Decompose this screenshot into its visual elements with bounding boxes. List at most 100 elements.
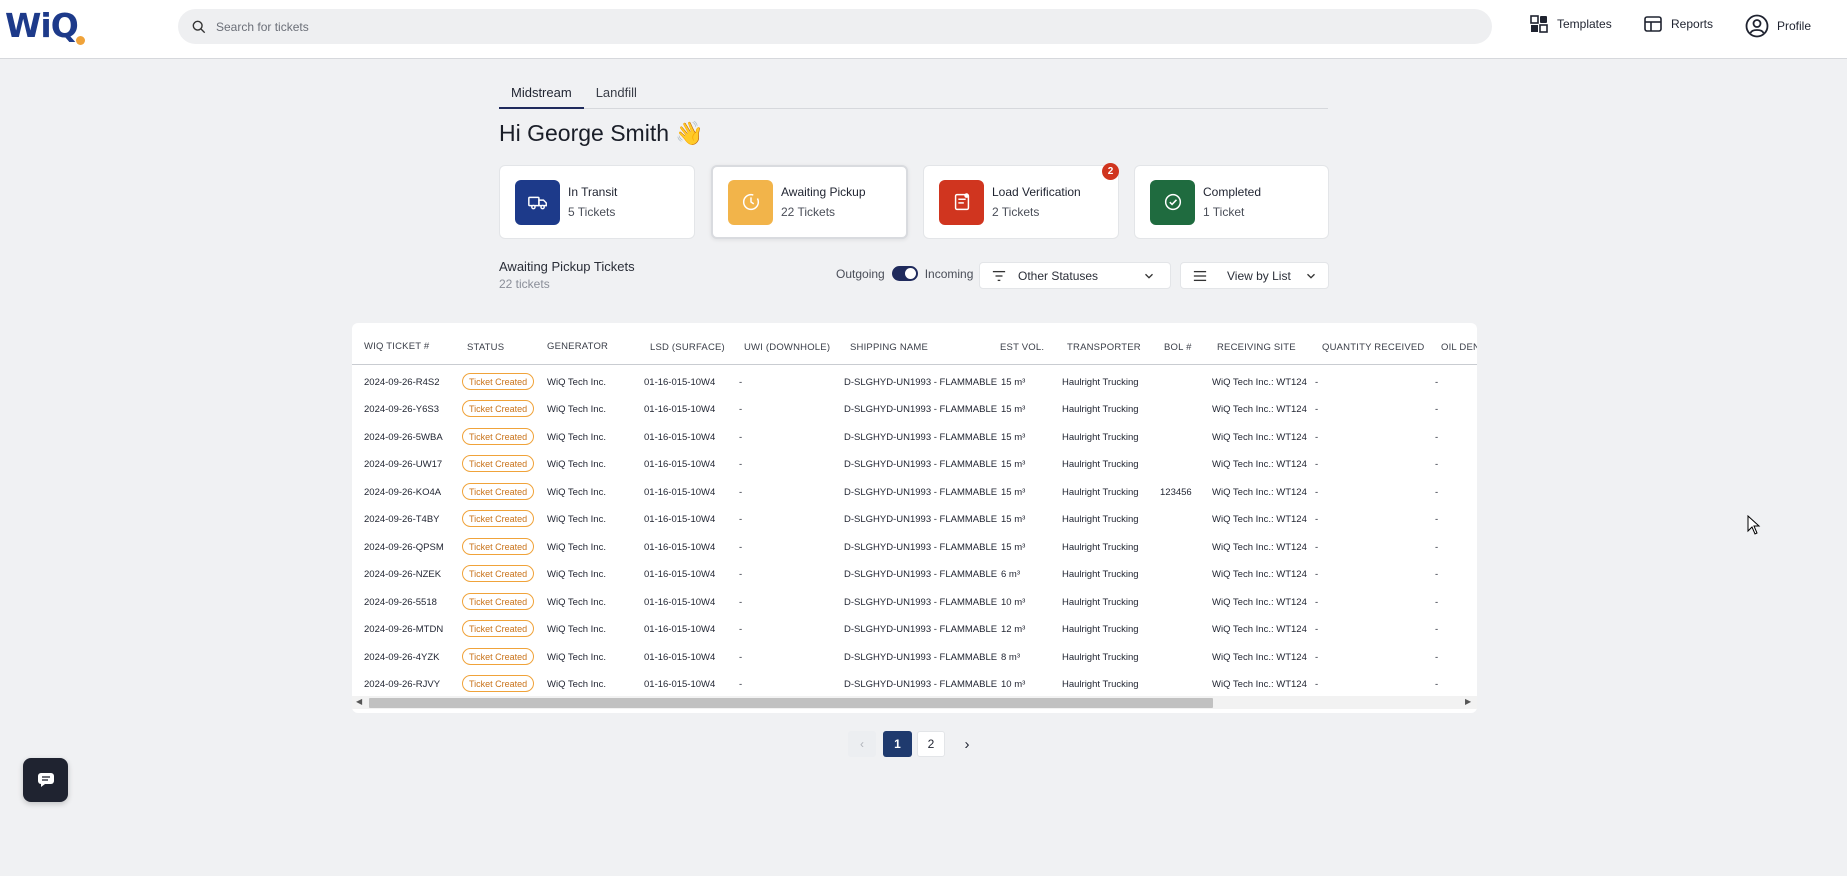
card-load-verification[interactable]: Load Verification 2 Tickets 2 <box>923 163 1119 239</box>
table-row[interactable]: 2024-09-26-T4BY Ticket Created WiQ Tech In… <box>352 506 1477 533</box>
table-row[interactable]: 2024-09-26-5518 Ticket Created WiQ Tech In… <box>352 589 1477 616</box>
column-header-uwi[interactable]: UWI (DOWNHOLE) <box>744 342 830 353</box>
chat-icon <box>37 773 54 787</box>
cell-lsd: 01-16-015-10W4 <box>644 624 716 635</box>
view-mode-dropdown[interactable]: View by List <box>1180 262 1329 289</box>
status-badge: Ticket Created <box>462 593 535 610</box>
cell-est-vol: 10 m³ <box>1001 597 1026 608</box>
cell-uwi: - <box>739 679 743 690</box>
column-header-lsd[interactable]: LSD (SURFACE) <box>650 342 725 353</box>
table-row[interactable]: 2024-09-26-QPSM Ticket Created WiQ Tech In… <box>352 534 1477 561</box>
direction-toggle[interactable] <box>891 266 918 281</box>
table-row[interactable]: 2024-09-26-Y6S3 Ticket Created WiQ Tech In… <box>352 396 1477 423</box>
nav-profile[interactable]: Profile <box>1745 14 1811 38</box>
table-row[interactable]: 2024-09-26-NZEK Ticket Created WiQ Tech In… <box>352 561 1477 588</box>
column-header-oil-den[interactable]: OIL DEN <box>1441 342 1477 353</box>
cell-oil-den: - <box>1435 432 1439 443</box>
cell-oil-den: - <box>1435 404 1439 415</box>
nav-profile-label: Profile <box>1777 19 1812 33</box>
status-badge: Ticket Created <box>462 428 535 445</box>
column-header-shipping-name[interactable]: SHIPPING NAME <box>850 342 928 353</box>
page-1-button[interactable]: 1 <box>883 731 912 757</box>
card-title: In Transit <box>568 185 618 199</box>
table-row[interactable]: 2024-09-26-MTDN Ticket Created WiQ Tech In… <box>352 616 1477 643</box>
cell-ticket-number: 2024-09-26-5WBA <box>364 432 443 443</box>
cell-est-vol: 12 m³ <box>1001 624 1026 635</box>
cell-est-vol: 10 m³ <box>1001 679 1026 690</box>
column-header-generator[interactable]: GENERATOR <box>547 341 608 352</box>
card-count: 22 Tickets <box>781 205 836 219</box>
cell-transporter: Haulright Trucking <box>1062 377 1139 388</box>
cell-ticket-number: 2024-09-26-5518 <box>364 597 437 608</box>
cell-uwi: - <box>739 404 743 415</box>
tab-midstream[interactable]: Midstream <box>499 82 584 109</box>
card-count: 5 Tickets <box>568 205 616 219</box>
outgoing-label: Outgoing <box>836 266 885 281</box>
page-2-button[interactable]: 2 <box>917 731 945 757</box>
next-page-button[interactable]: › <box>953 731 981 757</box>
table-row[interactable]: 2024-09-26-5WBA Ticket Created WiQ Tech In… <box>352 424 1477 451</box>
table-row[interactable]: 2024-09-26-R4S2 Ticket Created WiQ Tech In… <box>352 369 1477 396</box>
status-badge: Ticket Created <box>462 648 535 665</box>
cell-quantity-received: - <box>1315 459 1319 470</box>
table-row[interactable]: 2024-09-26-KO4A Ticket Created WiQ Tech In… <box>352 479 1477 506</box>
cell-est-vol: 15 m³ <box>1001 487 1026 498</box>
cell-oil-den: - <box>1435 459 1439 470</box>
column-header-status[interactable]: STATUS <box>467 342 504 353</box>
table-row[interactable]: 2024-09-26-RJVY Ticket Created WiQ Tech In… <box>352 671 1477 698</box>
wiq-logo[interactable]: WiQ <box>5 6 85 45</box>
column-header-quantity-received[interactable]: QUANTITY RECEIVED <box>1322 342 1424 353</box>
status-badge: Ticket Created <box>462 400 535 417</box>
status-filter-dropdown[interactable]: Other Statuses <box>979 262 1171 289</box>
card-in-transit[interactable]: In Transit 5 Tickets <box>499 165 695 239</box>
cell-ticket-number: 2024-09-26-MTDN <box>364 624 444 635</box>
cell-bol: 123456 <box>1160 487 1192 498</box>
top-bar: WiQ Templates Reports Profile <box>0 0 1847 59</box>
cell-lsd: 01-16-015-10W4 <box>644 569 716 580</box>
horizontal-scrollbar[interactable]: ◀ ▶ <box>352 696 1477 709</box>
search-input[interactable] <box>216 19 1416 34</box>
nav-templates[interactable]: Templates <box>1529 14 1612 34</box>
cell-est-vol: 6 m³ <box>1001 569 1020 580</box>
card-awaiting-pickup[interactable]: Awaiting Pickup 22 Tickets <box>711 165 908 239</box>
cell-shipping-name: D-SLGHYD-UN1993 - FLAMMABLE <box>844 404 998 415</box>
status-badge: Ticket Created <box>462 620 535 637</box>
card-completed[interactable]: Completed 1 Ticket <box>1134 165 1329 239</box>
column-header-bol[interactable]: BOL # <box>1164 342 1192 353</box>
table-row[interactable]: 2024-09-26-UW17 Ticket Created WiQ Tech In… <box>352 451 1477 478</box>
status-badge: Ticket Created <box>462 565 535 582</box>
cell-generator: WiQ Tech Inc. <box>547 569 606 580</box>
cell-oil-den: - <box>1435 487 1439 498</box>
cell-receiving-site: WiQ Tech Inc.: WT124 <box>1212 624 1307 635</box>
nav-reports[interactable]: Reports <box>1643 14 1713 34</box>
cell-quantity-received: - <box>1315 569 1319 580</box>
scroll-left-icon[interactable]: ◀ <box>356 697 362 706</box>
chevron-down-icon <box>1145 273 1153 279</box>
table-header: WIQ TICKET # STATUS GENERATOR LSD (SURFA… <box>352 323 1477 365</box>
cell-generator: WiQ Tech Inc. <box>547 542 606 553</box>
prev-page-button[interactable]: ‹ <box>848 731 876 757</box>
scroll-right-icon[interactable]: ▶ <box>1465 697 1471 706</box>
cell-quantity-received: - <box>1315 679 1319 690</box>
scroll-thumb[interactable] <box>369 698 1213 708</box>
column-header-est-vol[interactable]: EST VOL. <box>1000 342 1044 353</box>
card-count: 1 Ticket <box>1203 205 1245 219</box>
cell-generator: WiQ Tech Inc. <box>547 377 606 388</box>
column-header-ticket[interactable]: WIQ TICKET # <box>364 341 429 352</box>
cell-lsd: 01-16-015-10W4 <box>644 542 716 553</box>
cell-transporter: Haulright Trucking <box>1062 404 1139 415</box>
tab-landfill[interactable]: Landfill <box>584 82 649 109</box>
status-filter-value: Other Statuses <box>1018 268 1099 283</box>
column-header-transporter[interactable]: TRANSPORTER <box>1067 342 1141 353</box>
status-badge: Ticket Created <box>462 373 535 390</box>
cell-lsd: 01-16-015-10W4 <box>644 487 716 498</box>
cell-shipping-name: D-SLGHYD-UN1993 - FLAMMABLE <box>844 652 998 663</box>
cell-lsd: 01-16-015-10W4 <box>644 459 716 470</box>
column-header-receiving-site[interactable]: RECEIVING SITE <box>1217 342 1296 353</box>
table-row[interactable]: 2024-09-26-4YZK Ticket Created WiQ Tech In… <box>352 644 1477 671</box>
chat-button[interactable] <box>23 758 68 802</box>
view-mode-value: View by List <box>1227 268 1291 283</box>
chevron-down-icon <box>1307 273 1315 279</box>
search-bar[interactable] <box>178 9 1492 44</box>
cell-uwi: - <box>739 624 743 635</box>
